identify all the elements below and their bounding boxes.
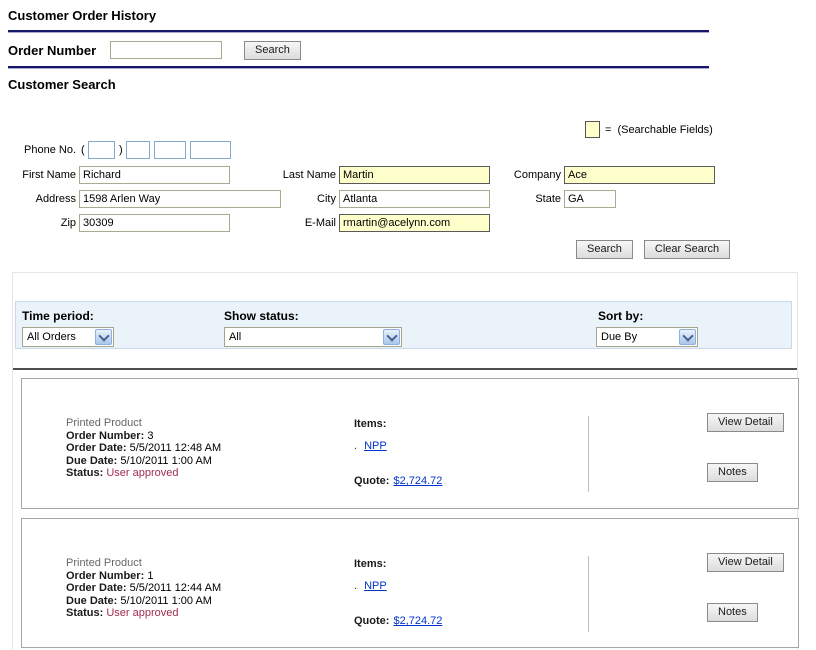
- due-date-line: Due Date: 5/10/2011 1:00 AM: [66, 595, 221, 608]
- customer-order-history-page: Customer Order History Order Number Sear…: [0, 0, 816, 650]
- order-number-row: Order Number Search: [8, 35, 808, 65]
- show-status-label: Show status:: [224, 309, 299, 323]
- first-name-label: First Name: [8, 169, 76, 181]
- item-row: . NPP: [354, 580, 387, 592]
- time-period-select[interactable]: All Orders: [22, 327, 114, 347]
- searchable-fields-legend: = (Searchable Fields): [585, 121, 713, 138]
- quote-row: Quote: $2,724.72: [354, 615, 442, 627]
- phone-label: Phone No.: [8, 144, 76, 156]
- form-buttons: Search Clear Search: [576, 240, 730, 259]
- order-card: Printed Product Order Number: 1 Order Da…: [21, 518, 799, 648]
- phone-open-paren: (: [81, 144, 85, 156]
- product-type: Printed Product: [66, 557, 221, 570]
- phone-close-paren: ): [119, 144, 123, 156]
- searchable-swatch-icon: [585, 121, 600, 138]
- phone-part1-input[interactable]: [126, 141, 150, 159]
- show-status-value: All: [225, 331, 382, 343]
- status-badge: User approved: [106, 607, 178, 619]
- state-input[interactable]: [564, 190, 616, 208]
- orders-section-divider: [13, 368, 797, 370]
- quote-link[interactable]: $2,724.72: [393, 475, 442, 487]
- results-wrapper: Time period: All Orders Show status: All…: [12, 272, 798, 650]
- email-input[interactable]: [339, 214, 490, 232]
- quote-link[interactable]: $2,724.72: [393, 615, 442, 627]
- company-input[interactable]: [564, 166, 715, 184]
- status-line: Status: User approved: [66, 607, 221, 620]
- header: Customer Order History Order Number Sear…: [8, 8, 808, 92]
- phone-part3-input[interactable]: [190, 141, 231, 159]
- items-label: Items:: [354, 558, 386, 570]
- product-type: Printed Product: [66, 417, 221, 430]
- sort-by-select[interactable]: Due By: [596, 327, 698, 347]
- phone-area-input[interactable]: [88, 141, 115, 159]
- zip-label: Zip: [8, 217, 76, 229]
- notes-button[interactable]: Notes: [707, 463, 758, 482]
- due-date-line: Due Date: 5/10/2011 1:00 AM: [66, 455, 221, 468]
- card-divider: [588, 416, 589, 492]
- time-period-label: Time period:: [22, 309, 94, 323]
- view-detail-button[interactable]: View Detail: [707, 553, 784, 572]
- quote-label: Quote:: [354, 475, 389, 487]
- chevron-down-icon: [679, 329, 696, 345]
- order-info: Printed Product Order Number: 3 Order Da…: [66, 417, 221, 480]
- quote-label: Quote:: [354, 615, 389, 627]
- clear-search-button[interactable]: Clear Search: [644, 240, 730, 259]
- order-info: Printed Product Order Number: 1 Order Da…: [66, 557, 221, 620]
- order-number-line: Order Number: 3: [66, 430, 221, 443]
- order-number-label: Order Number: [8, 43, 110, 58]
- customer-search-title: Customer Search: [8, 77, 808, 92]
- item-bullet: .: [354, 440, 357, 452]
- last-name-label: Last Name: [238, 169, 336, 181]
- time-period-value: All Orders: [23, 331, 94, 343]
- state-label: State: [468, 193, 561, 205]
- status-badge: User approved: [106, 467, 178, 479]
- zip-input[interactable]: [79, 214, 230, 232]
- chevron-down-icon: [95, 329, 112, 345]
- address-label: Address: [8, 193, 76, 205]
- item-bullet: .: [354, 580, 357, 592]
- filter-bar: Time period: All Orders Show status: All…: [15, 301, 792, 349]
- order-date-line: Order Date: 5/5/2011 12:44 AM: [66, 582, 221, 595]
- view-detail-button[interactable]: View Detail: [707, 413, 784, 432]
- order-date-line: Order Date: 5/5/2011 12:48 AM: [66, 442, 221, 455]
- chevron-down-icon: [383, 329, 400, 345]
- order-number-divider: [8, 66, 709, 69]
- customer-search-button[interactable]: Search: [576, 240, 633, 259]
- customer-search-form: Phone No. ( ) First Name Last Name Compa…: [8, 141, 808, 271]
- order-number-input[interactable]: [110, 41, 222, 59]
- item-link[interactable]: NPP: [364, 440, 387, 452]
- item-link[interactable]: NPP: [364, 580, 387, 592]
- city-label: City: [238, 193, 336, 205]
- sort-by-value: Due By: [597, 331, 678, 343]
- company-label: Company: [468, 169, 561, 181]
- page-title: Customer Order History: [8, 8, 808, 23]
- email-label: E-Mail: [238, 217, 336, 229]
- order-card: Printed Product Order Number: 3 Order Da…: [21, 378, 799, 509]
- order-number-line: Order Number: 1: [66, 570, 221, 583]
- status-line: Status: User approved: [66, 467, 221, 480]
- quote-row: Quote: $2,724.72: [354, 475, 442, 487]
- legend-equals: =: [605, 124, 611, 136]
- item-row: . NPP: [354, 440, 387, 452]
- legend-text: (Searchable Fields): [617, 124, 712, 136]
- items-label: Items:: [354, 418, 386, 430]
- phone-part2-input[interactable]: [154, 141, 186, 159]
- header-divider: [8, 30, 709, 33]
- card-divider: [588, 556, 589, 632]
- first-name-input[interactable]: [79, 166, 230, 184]
- show-status-select[interactable]: All: [224, 327, 402, 347]
- notes-button[interactable]: Notes: [707, 603, 758, 622]
- order-number-search-button[interactable]: Search: [244, 41, 301, 60]
- sort-by-label: Sort by:: [598, 309, 643, 323]
